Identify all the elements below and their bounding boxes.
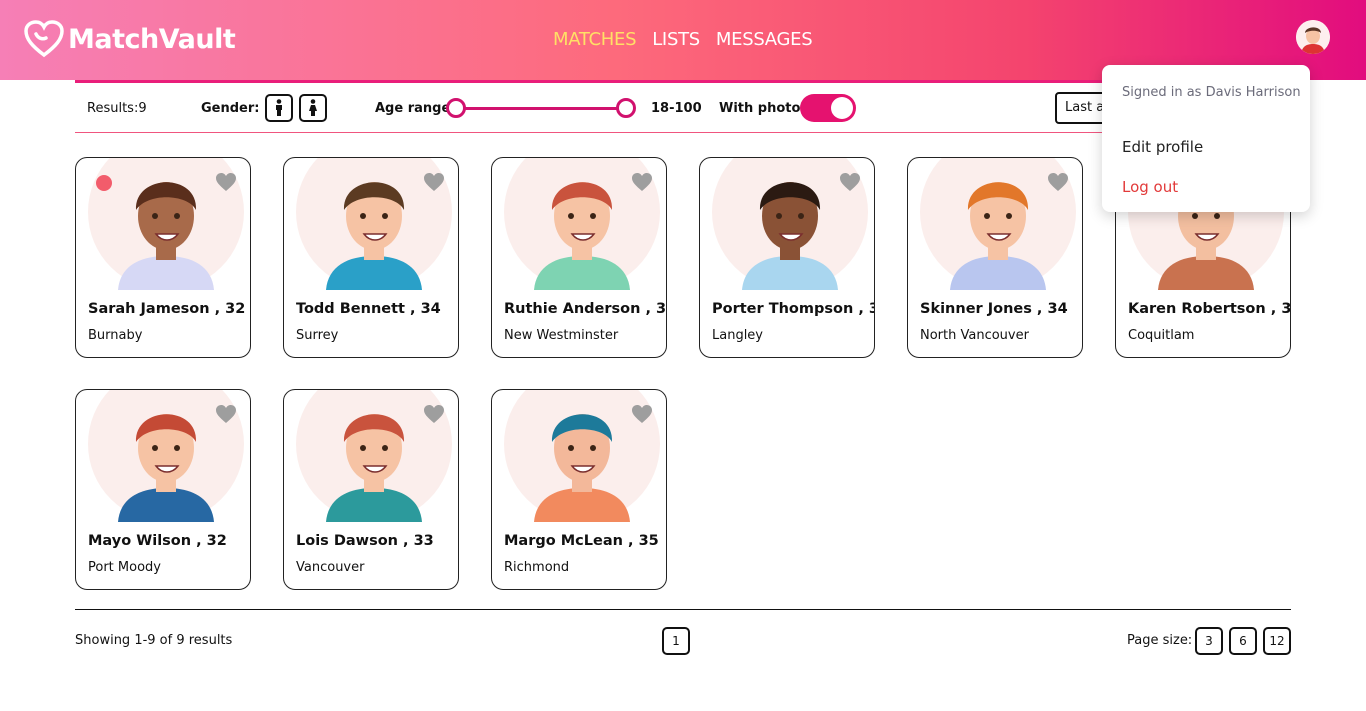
favorite-heart-icon[interactable] (631, 404, 653, 424)
gender-filter: Gender: (201, 83, 328, 133)
profile-name: Todd Bennett , 34 (296, 301, 441, 317)
gender-label: Gender: (201, 100, 260, 116)
profile-city: North Vancouver (920, 328, 1029, 343)
favorite-heart-icon[interactable] (839, 172, 861, 192)
profile-name: Mayo Wilson , 32 (88, 533, 227, 549)
profile-card[interactable]: Sarah Jameson , 32 Burnaby (75, 157, 251, 358)
age-range-slider[interactable] (446, 98, 636, 118)
age-max-handle[interactable] (616, 98, 636, 118)
page-size-12-button[interactable]: 12 (1263, 627, 1291, 655)
page-size-6-button[interactable]: 6 (1229, 627, 1257, 655)
profile-card[interactable]: Porter Thompson , 30 Langley (699, 157, 875, 358)
nav-messages[interactable]: MESSAGES (716, 29, 813, 50)
edit-profile-item[interactable]: Edit profile (1122, 138, 1203, 156)
profile-name: Lois Dawson , 33 (296, 533, 434, 549)
footer-divider (75, 609, 1291, 610)
gender-female-button[interactable] (299, 94, 328, 122)
profile-card[interactable]: Skinner Jones , 34 North Vancouver (907, 157, 1083, 358)
results-summary: Showing 1-9 of 9 results (75, 633, 233, 648)
with-photo-toggle[interactable] (800, 94, 856, 122)
signed-in-text: Signed in as Davis Harrison (1122, 85, 1301, 100)
favorite-heart-icon[interactable] (1047, 172, 1069, 192)
profile-card[interactable]: Todd Bennett , 34 Surrey (283, 157, 459, 358)
profile-city: Vancouver (296, 560, 365, 575)
profile-city: Port Moody (88, 560, 161, 575)
page-size-3-button[interactable]: 3 (1195, 627, 1223, 655)
nav-lists[interactable]: LISTS (652, 29, 700, 50)
nav-matches[interactable]: MATCHES (553, 29, 637, 50)
app-name: MatchVault (68, 23, 236, 55)
profile-city: New Westminster (504, 328, 619, 343)
online-indicator (96, 175, 112, 191)
profile-city: Burnaby (88, 328, 143, 343)
female-icon (309, 99, 318, 116)
profile-name: Karen Robertson , 31 (1128, 301, 1291, 317)
age-range-label: Age range: (375, 100, 456, 116)
user-avatar[interactable] (1296, 20, 1330, 54)
profile-name: Sarah Jameson , 32 (88, 301, 246, 317)
profile-city: Surrey (296, 328, 339, 343)
favorite-heart-icon[interactable] (423, 404, 445, 424)
age-min-handle[interactable] (446, 98, 466, 118)
main-nav: MATCHES LISTS MESSAGES (553, 29, 813, 50)
profile-city: Coquitlam (1128, 328, 1195, 343)
profile-card[interactable]: Lois Dawson , 33 Vancouver (283, 389, 459, 590)
gender-male-button[interactable] (265, 94, 294, 122)
profile-card[interactable]: Mayo Wilson , 32 Port Moody (75, 389, 251, 590)
favorite-heart-icon[interactable] (215, 172, 237, 192)
heart-logo-icon (24, 20, 64, 58)
favorite-heart-icon[interactable] (631, 172, 653, 192)
profile-city: Langley (712, 328, 764, 343)
page-size-label: Page size: (1127, 633, 1193, 648)
profile-card[interactable]: Ruthie Anderson , 35 New Westminster (491, 157, 667, 358)
profile-name: Skinner Jones , 34 (920, 301, 1068, 317)
favorite-heart-icon[interactable] (215, 404, 237, 424)
age-range-value: 18-100 (651, 100, 702, 116)
profile-card[interactable]: Margo McLean , 35 Richmond (491, 389, 667, 590)
results-count: Results:9 (87, 100, 147, 116)
with-photo-label: With photo (719, 100, 801, 116)
profile-name: Ruthie Anderson , 35 (504, 301, 667, 317)
account-dropdown: Signed in as Davis Harrison Edit profile… (1102, 65, 1310, 212)
profile-name: Margo McLean , 35 (504, 533, 659, 549)
profile-city: Richmond (504, 560, 570, 575)
profile-name: Porter Thompson , 30 (712, 301, 875, 317)
male-icon (276, 99, 283, 116)
logo[interactable]: MatchVault (24, 20, 236, 58)
log-out-item[interactable]: Log out (1122, 178, 1178, 196)
page-button-1[interactable]: 1 (662, 627, 690, 655)
favorite-heart-icon[interactable] (423, 172, 445, 192)
